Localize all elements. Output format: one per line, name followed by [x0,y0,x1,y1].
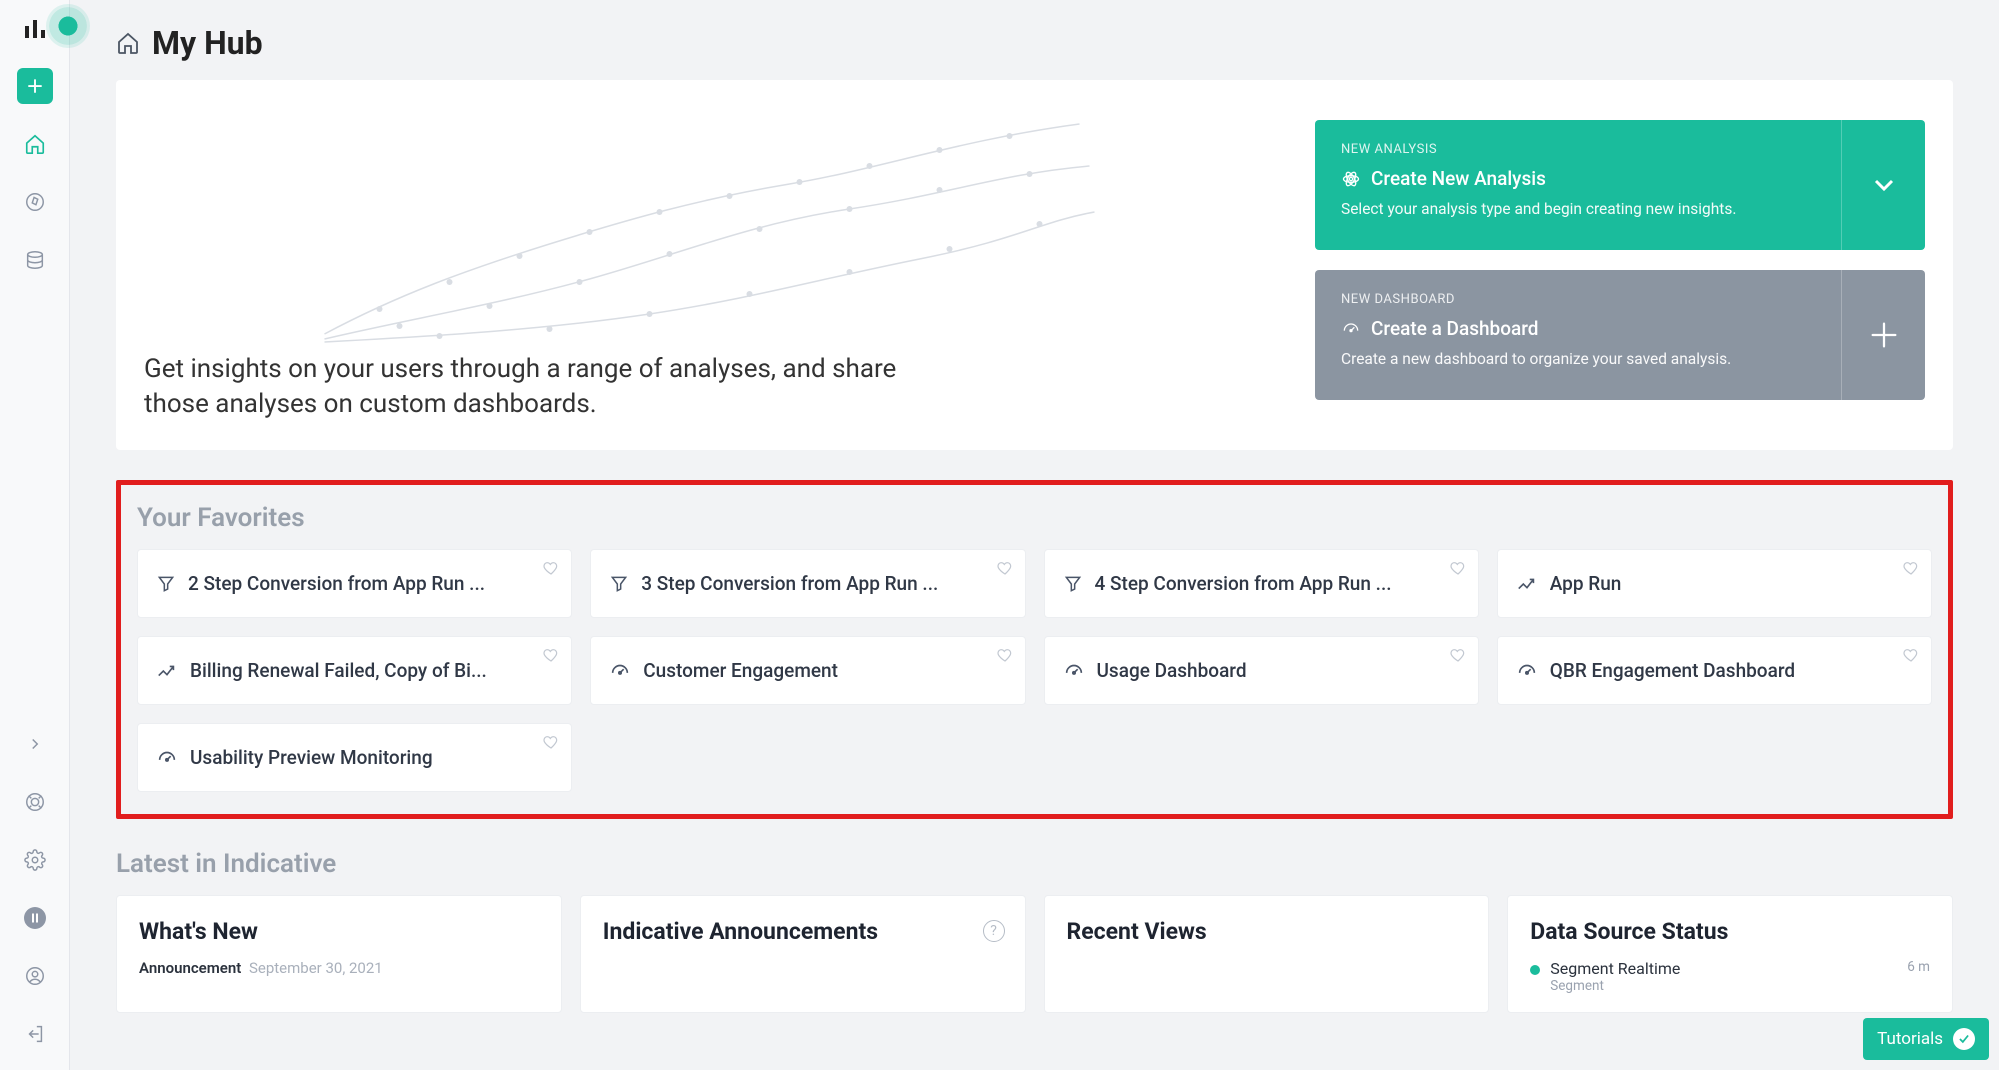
funnel-icon [609,574,629,594]
cta-title-text: Create a Dashboard [1371,317,1538,340]
panel-whats-new: What's New Announcement September 30, 20… [116,895,562,1013]
nav-support-icon[interactable] [17,784,53,820]
status-dot-icon [1530,965,1540,975]
favorite-card[interactable]: Usage Dashboard [1044,636,1479,705]
favorite-title: Customer Engagement [643,659,838,682]
cta-subtitle: Select your analysis type and begin crea… [1341,200,1815,218]
favorite-title: 4 Step Conversion from App Run ... [1095,572,1392,595]
page-title: My Hub [152,24,263,62]
heart-icon[interactable] [543,560,559,576]
gauge-icon [609,660,631,682]
cta-title-text: Create New Analysis [1371,167,1546,190]
cta-expand-icon[interactable] [1841,120,1925,250]
favorite-card[interactable]: 4 Step Conversion from App Run ... [1044,549,1479,618]
favorite-title: Billing Renewal Failed, Copy of Bi... [190,659,487,682]
trend-icon [1516,573,1538,595]
favorite-card[interactable]: 2 Step Conversion from App Run ... [137,549,572,618]
cta-subtitle: Create a new dashboard to organize your … [1341,350,1815,368]
tutorials-label: Tutorials [1877,1029,1943,1049]
cta-new-dashboard[interactable]: NEW DASHBOARD Create a Dashboard Create … [1315,270,1925,400]
favorite-title: Usability Preview Monitoring [190,746,433,769]
favorite-title: 2 Step Conversion from App Run ... [188,572,485,595]
favorite-title: Usage Dashboard [1097,659,1247,682]
nav-account-icon[interactable] [17,958,53,994]
panel-title: Data Source Status [1530,918,1930,945]
heart-icon[interactable] [543,734,559,750]
latest-section: Latest in Indicative What's New Announce… [116,849,1953,1013]
page-title-row: My Hub [116,24,1953,62]
help-icon[interactable]: ? [983,920,1005,942]
nav-settings-icon[interactable] [17,842,53,878]
heart-icon[interactable] [543,647,559,663]
nav-expand-icon[interactable] [17,726,53,762]
home-icon [116,31,140,55]
favorites-section: Your Favorites 2 Step Conversion from Ap… [116,480,1953,819]
main-content: My Hub [70,0,1999,1070]
favorite-card[interactable]: App Run [1497,549,1932,618]
panel-data-source-status: Data Source Status Segment Realtime Segm… [1507,895,1953,1013]
panel-announcements: Indicative Announcements ? [580,895,1026,1013]
favorite-title: QBR Engagement Dashboard [1550,659,1795,682]
trend-icon [156,660,178,682]
check-circle-icon [1953,1028,1975,1050]
heart-icon[interactable] [997,560,1013,576]
gauge-icon [1341,319,1361,339]
favorite-title: App Run [1550,572,1622,595]
panel-title: Recent Views [1067,918,1467,945]
panel-title: What's New [139,918,539,945]
left-nav [0,0,70,1070]
atom-icon [1341,169,1361,189]
gauge-icon [1516,660,1538,682]
datasource-row[interactable]: Segment Realtime Segment 6 m [1530,959,1930,994]
nav-pause-icon[interactable] [17,900,53,936]
datasource-provider: Segment [1550,978,1897,994]
nav-home-icon[interactable] [17,126,53,162]
heart-icon[interactable] [1903,560,1919,576]
nav-explore-icon[interactable] [17,184,53,220]
favorite-card[interactable]: QBR Engagement Dashboard [1497,636,1932,705]
gauge-icon [1063,660,1085,682]
announcement-item[interactable]: Announcement September 30, 2021 [139,959,539,977]
announcement-label: Announcement [139,959,241,977]
heart-icon[interactable] [997,647,1013,663]
panel-recent-views: Recent Views [1044,895,1490,1013]
app-logo-icon [23,16,47,40]
favorites-highlight-frame: Your Favorites 2 Step Conversion from Ap… [116,480,1953,819]
heart-icon[interactable] [1450,647,1466,663]
cta-eyebrow: NEW DASHBOARD [1341,292,1815,307]
datasource-age: 6 m [1907,959,1930,975]
hero-chart-placeholder [144,104,1275,344]
create-button[interactable] [17,68,53,104]
panel-title: Indicative Announcements [603,918,1003,945]
favorite-card[interactable]: Billing Renewal Failed, Copy of Bi... [137,636,572,705]
cta-eyebrow: NEW ANALYSIS [1341,142,1815,157]
tutorials-button[interactable]: Tutorials [1863,1018,1989,1060]
latest-heading: Latest in Indicative [116,849,1953,879]
nav-data-icon[interactable] [17,242,53,278]
cta-new-analysis[interactable]: NEW ANALYSIS Create New Analysis Select … [1315,120,1925,250]
announcement-date: September 30, 2021 [249,959,383,977]
favorites-heading: Your Favorites [137,503,1932,533]
favorite-title: 3 Step Conversion from App Run ... [641,572,938,595]
favorite-card[interactable]: Customer Engagement [590,636,1025,705]
heart-icon[interactable] [1450,560,1466,576]
cta-add-icon[interactable] [1841,270,1925,400]
datasource-name: Segment Realtime [1550,959,1897,978]
funnel-icon [156,574,176,594]
hero-panel: Get insights on your users through a ran… [116,80,1953,450]
heart-icon[interactable] [1903,647,1919,663]
nav-logout-icon[interactable] [17,1016,53,1052]
hero-description: Get insights on your users through a ran… [144,352,924,422]
favorite-card[interactable]: 3 Step Conversion from App Run ... [590,549,1025,618]
funnel-icon [1063,574,1083,594]
favorite-card[interactable]: Usability Preview Monitoring [137,723,572,792]
gauge-icon [156,747,178,769]
